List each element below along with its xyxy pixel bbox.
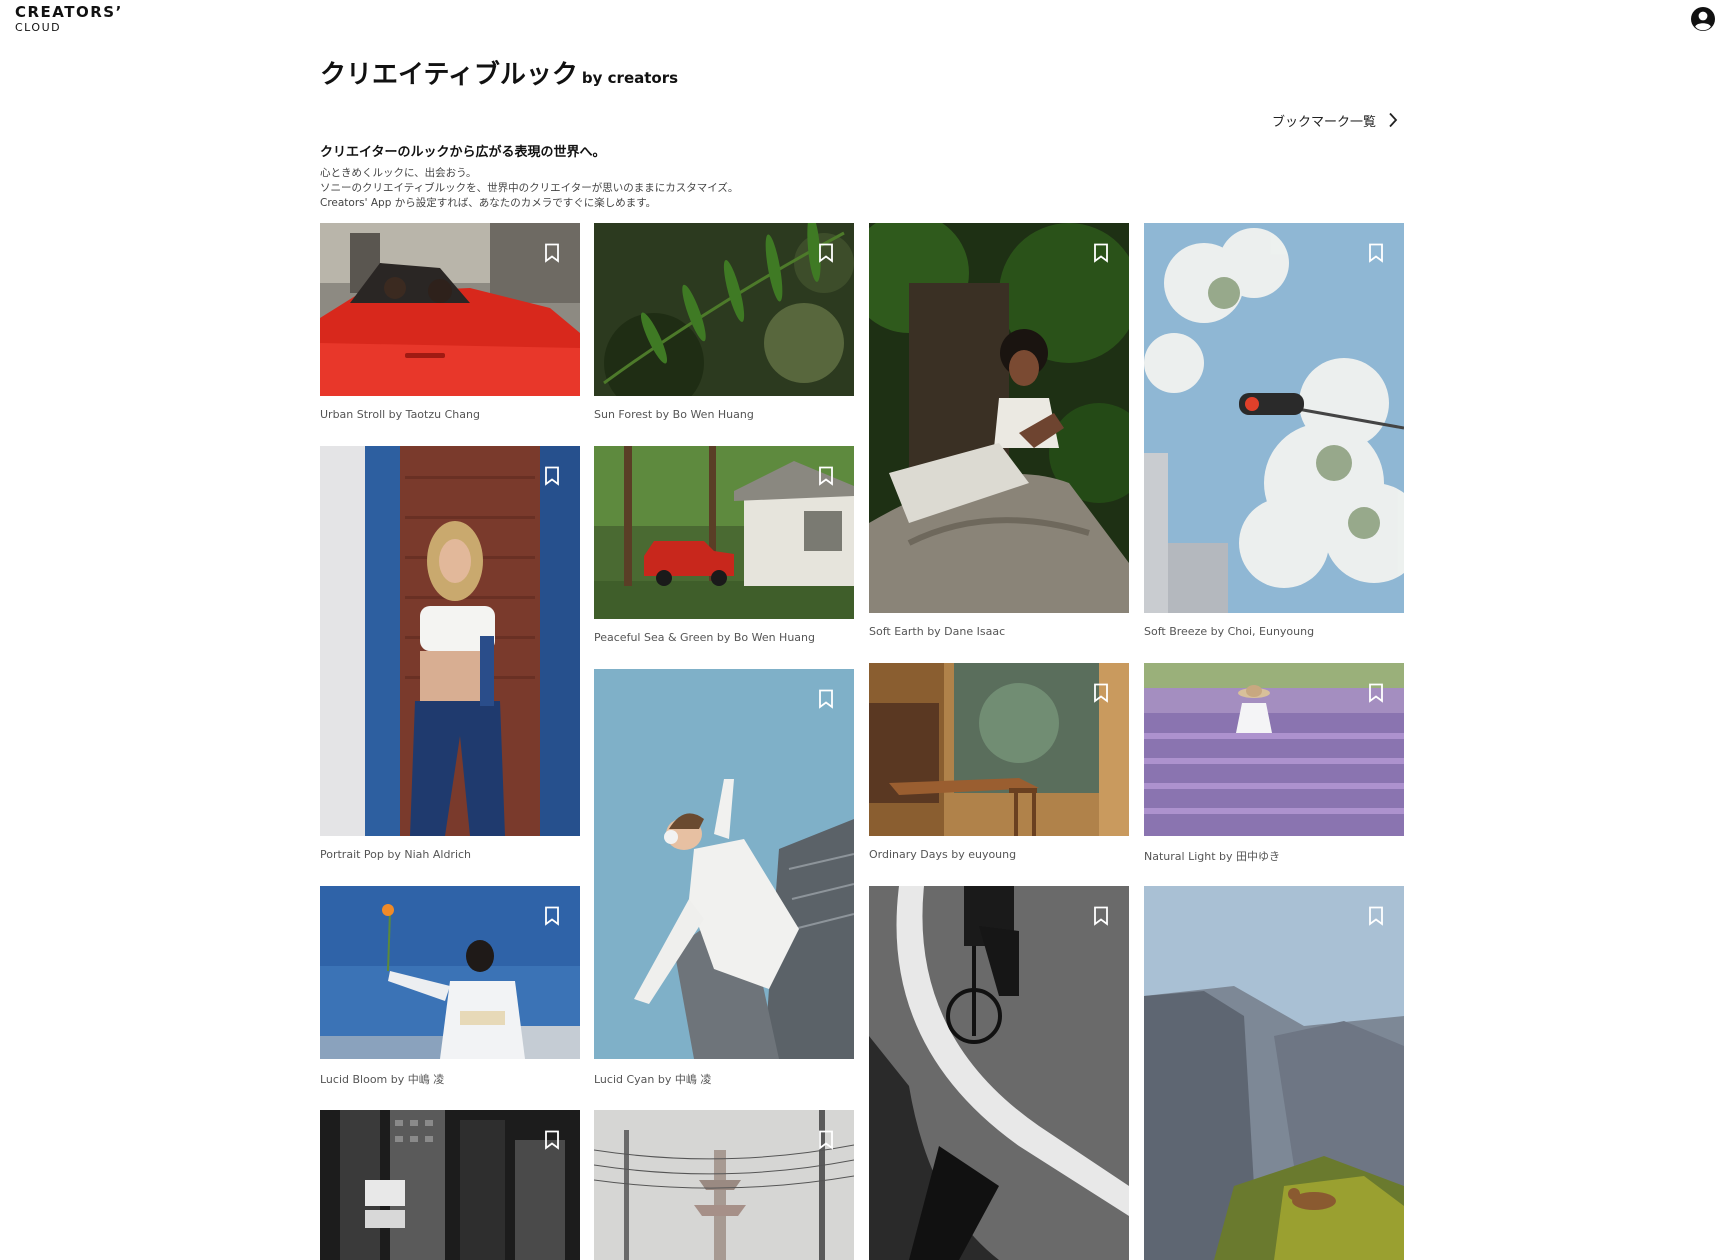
look-caption: Soft Breeze by Choi, Eunyoung: [1144, 625, 1315, 638]
look-photo[interactable]: [869, 663, 1129, 836]
bookmark-icon[interactable]: [544, 466, 560, 486]
look-caption: Ordinary Days by euyoung: [869, 848, 1017, 861]
look-card[interactable]: [320, 1110, 580, 1260]
bookmark-icon[interactable]: [1093, 243, 1109, 263]
look-caption: Lucid Bloom by 中嶋 凌: [320, 1073, 445, 1086]
look-card[interactable]: Natural Light by 田中ゆき: [1144, 663, 1404, 863]
look-caption: Urban Stroll by Taotzu Chang: [320, 408, 480, 421]
bookmark-icon[interactable]: [1368, 906, 1384, 926]
look-card[interactable]: [1144, 886, 1404, 1260]
bookmark-icon[interactable]: [544, 1130, 560, 1150]
page-title: クリエイティブルック by creators: [320, 54, 678, 91]
look-photo[interactable]: [320, 1110, 580, 1260]
look-photo[interactable]: [869, 886, 1129, 1260]
look-photo[interactable]: [320, 446, 580, 836]
look-caption: Portrait Pop by Niah Aldrich: [320, 848, 472, 861]
bookmark-icon[interactable]: [1368, 243, 1384, 263]
bookmark-icon[interactable]: [1368, 683, 1384, 703]
look-photo[interactable]: [1144, 886, 1404, 1260]
look-photo[interactable]: [320, 223, 580, 396]
bookmark-icon[interactable]: [1093, 906, 1109, 926]
bookmark-icon[interactable]: [818, 466, 834, 486]
intro-headline: クリエイターのルックから広がる表現の世界へ。: [320, 145, 606, 160]
look-card[interactable]: Urban Stroll by Taotzu Chang: [320, 223, 580, 421]
bookmark-list-label: ブックマーク一覧: [1272, 114, 1377, 130]
intro-line: ソニーのクリエイティブルックを、世界中のクリエイターが思いのままにカスタマイズ。: [320, 182, 739, 194]
bookmark-list-link[interactable]: ブックマーク一覧: [1272, 110, 1398, 130]
look-photo[interactable]: [1144, 663, 1404, 836]
page-title-main: クリエイティブルック: [320, 60, 578, 90]
look-caption: Sun Forest by Bo Wen Huang: [594, 408, 754, 421]
look-card[interactable]: Ordinary Days by euyoung: [869, 663, 1129, 861]
page-title-suffix: by creators: [581, 69, 679, 87]
look-photo[interactable]: [594, 1110, 854, 1260]
look-photo[interactable]: [594, 223, 854, 396]
look-caption: Lucid Cyan by 中嶋 凌: [594, 1073, 712, 1086]
logo-line-2: CLOUD: [15, 21, 62, 34]
bookmark-icon[interactable]: [1093, 683, 1109, 703]
look-photo[interactable]: [594, 446, 854, 619]
intro-description: 心ときめくルックに、出会おう。 ソニーのクリエイティブルックを、世界中のクリエイ…: [320, 166, 738, 211]
look-photo[interactable]: [594, 669, 854, 1059]
bookmark-icon[interactable]: [818, 1130, 834, 1150]
look-card[interactable]: Peaceful Sea & Green by Bo Wen Huang: [594, 446, 854, 644]
bookmark-icon[interactable]: [818, 689, 834, 709]
bookmark-icon[interactable]: [818, 243, 834, 263]
look-card[interactable]: Soft Earth by Dane Isaac: [869, 223, 1129, 638]
look-caption: Peaceful Sea & Green by Bo Wen Huang: [594, 631, 815, 644]
bookmark-icon[interactable]: [544, 906, 560, 926]
look-card[interactable]: Soft Breeze by Choi, Eunyoung: [1144, 223, 1404, 638]
look-card[interactable]: [869, 886, 1129, 1260]
logo-line-1: CREATORS’: [15, 3, 123, 21]
intro-line: Creators' App から設定すれば、あなたのカメラですぐに楽しめます。: [320, 197, 657, 209]
look-photo[interactable]: [869, 223, 1129, 613]
look-caption: Soft Earth by Dane Isaac: [869, 625, 1006, 638]
look-card[interactable]: [594, 1110, 854, 1260]
chevron-right-icon: [1389, 112, 1398, 128]
look-card[interactable]: Portrait Pop by Niah Aldrich: [320, 446, 580, 861]
look-photo[interactable]: [320, 886, 580, 1059]
bookmark-icon[interactable]: [544, 243, 560, 263]
look-card[interactable]: Lucid Bloom by 中嶋 凌: [320, 886, 580, 1086]
look-photo[interactable]: [1144, 223, 1404, 613]
creators-cloud-logo[interactable]: CREATORS’ CLOUD: [15, 3, 123, 34]
look-card[interactable]: Lucid Cyan by 中嶋 凌: [594, 669, 854, 1086]
account-icon[interactable]: [1690, 6, 1716, 32]
intro-line: 心ときめくルックに、出会おう。: [320, 167, 477, 179]
look-card[interactable]: Sun Forest by Bo Wen Huang: [594, 223, 854, 421]
look-caption: Natural Light by 田中ゆき: [1144, 850, 1281, 863]
